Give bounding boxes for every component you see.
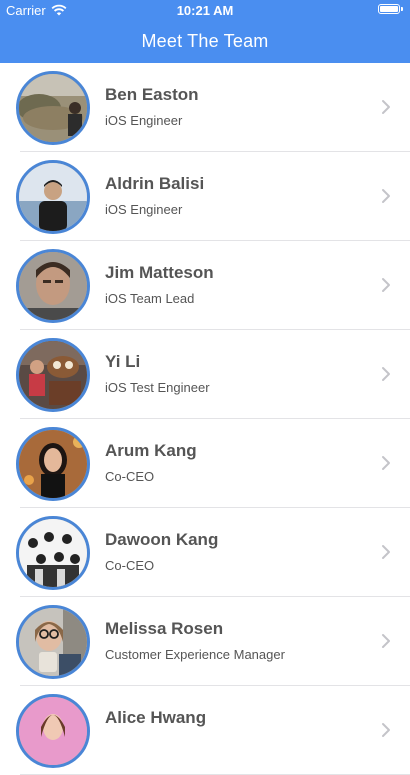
member-name: Alice Hwang (105, 708, 207, 727)
member-role: iOS Engineer (105, 113, 183, 128)
page-title: Meet The Team (141, 31, 269, 51)
chevron-right-icon (382, 723, 390, 737)
member-photo (16, 427, 90, 501)
member-photo (16, 694, 90, 768)
member-name: Melissa Rosen (105, 619, 224, 638)
team-member-row[interactable]: Aldrin Balisi iOS Engineer (0, 152, 410, 241)
status-bar: Carrier 10:21 AM (0, 0, 410, 20)
member-name: Jim Matteson (105, 263, 214, 282)
member-role: iOS Engineer (105, 202, 183, 217)
battery-icon (378, 4, 403, 14)
member-photo (16, 516, 90, 590)
member-role: Customer Experience Manager (105, 647, 285, 662)
member-role: iOS Test Engineer (105, 380, 210, 395)
member-photo (16, 71, 90, 145)
member-role: Co-CEO (105, 558, 155, 573)
team-member-row[interactable]: Dawoon Kang Co-CEO (0, 508, 410, 597)
member-photo (16, 338, 90, 412)
team-member-row[interactable]: Alice Hwang (0, 686, 410, 775)
member-name: Aldrin Balisi (105, 174, 205, 193)
team-member-row[interactable]: Yi Li iOS Test Engineer (0, 330, 410, 419)
member-photo (16, 160, 90, 234)
member-name: Arum Kang (105, 441, 197, 460)
chevron-right-icon (382, 189, 390, 203)
status-time: 10:21 AM (176, 3, 234, 18)
team-member-row[interactable]: Arum Kang Co-CEO (0, 419, 410, 508)
member-photo (16, 249, 90, 323)
member-role: iOS Team Lead (105, 291, 195, 306)
chevron-right-icon (382, 634, 390, 648)
member-name: Ben Easton (105, 85, 199, 104)
chevron-right-icon (382, 367, 390, 381)
team-list: Ben Easton iOS Engineer Aldrin Balisi iO… (0, 63, 410, 775)
navigation-header: Carrier 10:21 AM Meet The Team (0, 0, 410, 63)
member-role: Co-CEO (105, 469, 155, 484)
chevron-right-icon (382, 456, 390, 470)
team-member-row[interactable]: Melissa Rosen Customer Experience Manage… (0, 597, 410, 686)
chevron-right-icon (382, 100, 390, 114)
team-member-row[interactable]: Jim Matteson iOS Team Lead (0, 241, 410, 330)
member-photo (16, 605, 90, 679)
team-member-row[interactable]: Ben Easton iOS Engineer (0, 63, 410, 152)
member-name: Dawoon Kang (105, 530, 219, 549)
chevron-right-icon (382, 278, 390, 292)
chevron-right-icon (382, 545, 390, 559)
member-name: Yi Li (105, 352, 141, 371)
